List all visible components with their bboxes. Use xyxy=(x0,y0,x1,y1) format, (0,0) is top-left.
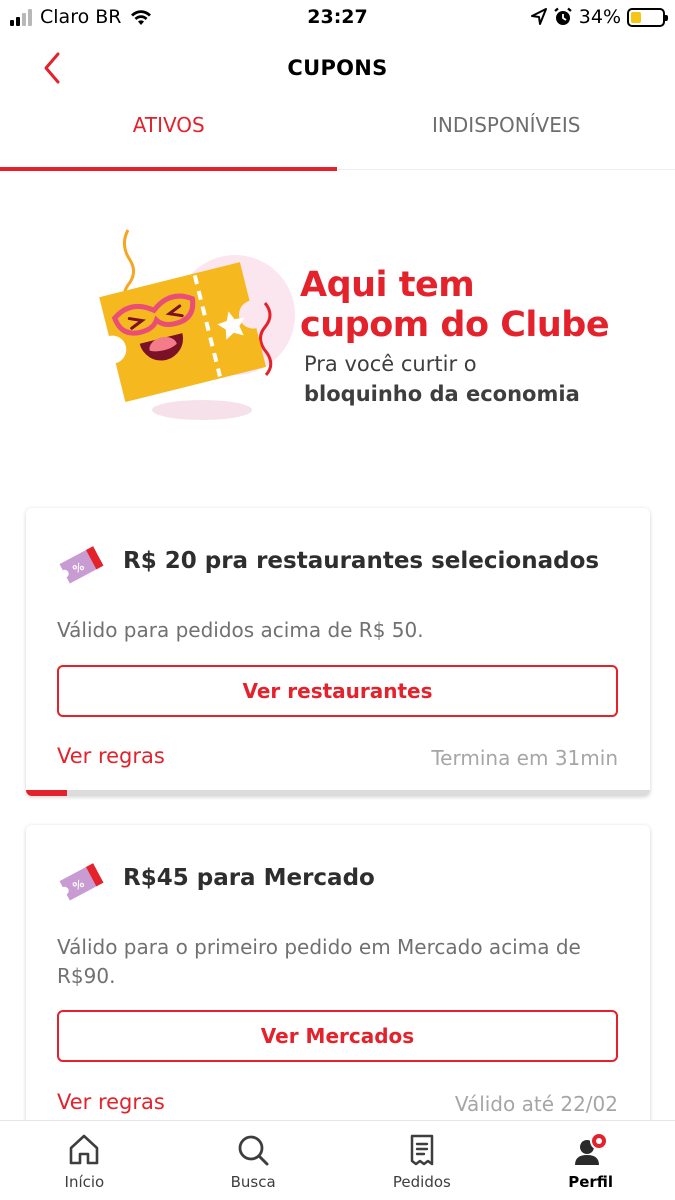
coupon-title: R$ 20 pra restaurantes selecionados xyxy=(123,548,600,574)
nav-item-perfil[interactable]: Perfil xyxy=(506,1121,675,1200)
coupon-time-progress xyxy=(26,790,650,796)
banner-title: Aqui tem cupom do Clube xyxy=(300,265,610,345)
coupon-card: % R$45 para Mercado Válido para o primei… xyxy=(26,825,650,1145)
bottom-nav: Início Busca Pedidos Perfil xyxy=(0,1120,675,1200)
nav-item-inicio[interactable]: Início xyxy=(0,1121,169,1200)
header: CUPONS xyxy=(0,36,675,98)
coupon-description: Válido para o primeiro pedido em Mercado… xyxy=(57,935,581,988)
coupon-ticket-icon: % xyxy=(59,863,104,901)
tabs: ATIVOS INDISPONÍVEIS xyxy=(0,98,675,171)
see-markets-button[interactable]: Ver Mercados xyxy=(57,1010,618,1062)
tab-ativos[interactable]: ATIVOS xyxy=(0,98,338,171)
coupon-ticket-icon: % xyxy=(59,546,104,584)
see-restaurants-button[interactable]: Ver restaurantes xyxy=(57,665,618,717)
see-rules-link[interactable]: Ver regras xyxy=(57,1090,165,1114)
nav-label: Perfil xyxy=(568,1173,614,1191)
page-title: CUPONS xyxy=(287,56,388,80)
battery-icon xyxy=(627,7,668,27)
nav-label: Início xyxy=(64,1173,105,1191)
profile-icon xyxy=(574,1132,608,1165)
nav-item-busca[interactable]: Busca xyxy=(169,1121,338,1200)
see-rules-link[interactable]: Ver regras xyxy=(57,744,165,768)
coupon-card: % R$ 20 pra restaurantes selecionados Vá… xyxy=(26,508,650,796)
club-banner: Aqui tem cupom do Clube Pra você curtir … xyxy=(90,215,630,425)
alarm-icon xyxy=(554,7,572,25)
ticket-mask-illustration xyxy=(99,229,295,420)
orders-icon xyxy=(410,1134,434,1166)
nav-label: Pedidos xyxy=(392,1173,451,1191)
tab-indisponiveis[interactable]: INDISPONÍVEIS xyxy=(338,98,675,170)
status-bar: Claro BR 23:27 34% xyxy=(0,0,675,36)
nav-label: Busca xyxy=(230,1173,276,1191)
coupon-title: R$45 para Mercado xyxy=(123,865,375,891)
home-icon xyxy=(70,1134,99,1165)
coupon-description: Válido para pedidos acima de R$ 50. xyxy=(57,618,424,642)
coupon-expiry: Válido até 22/02 xyxy=(454,1092,618,1116)
battery-percent: 34% xyxy=(578,6,621,28)
coupon-time-progress-fill xyxy=(26,790,68,796)
banner-subtitle: Pra você curtir o bloquinho da economia xyxy=(304,352,580,406)
search-icon xyxy=(238,1135,269,1166)
coupon-expiry: Termina em 31min xyxy=(431,746,618,770)
location-arrow-icon xyxy=(530,8,547,25)
nav-item-pedidos[interactable]: Pedidos xyxy=(338,1121,507,1200)
